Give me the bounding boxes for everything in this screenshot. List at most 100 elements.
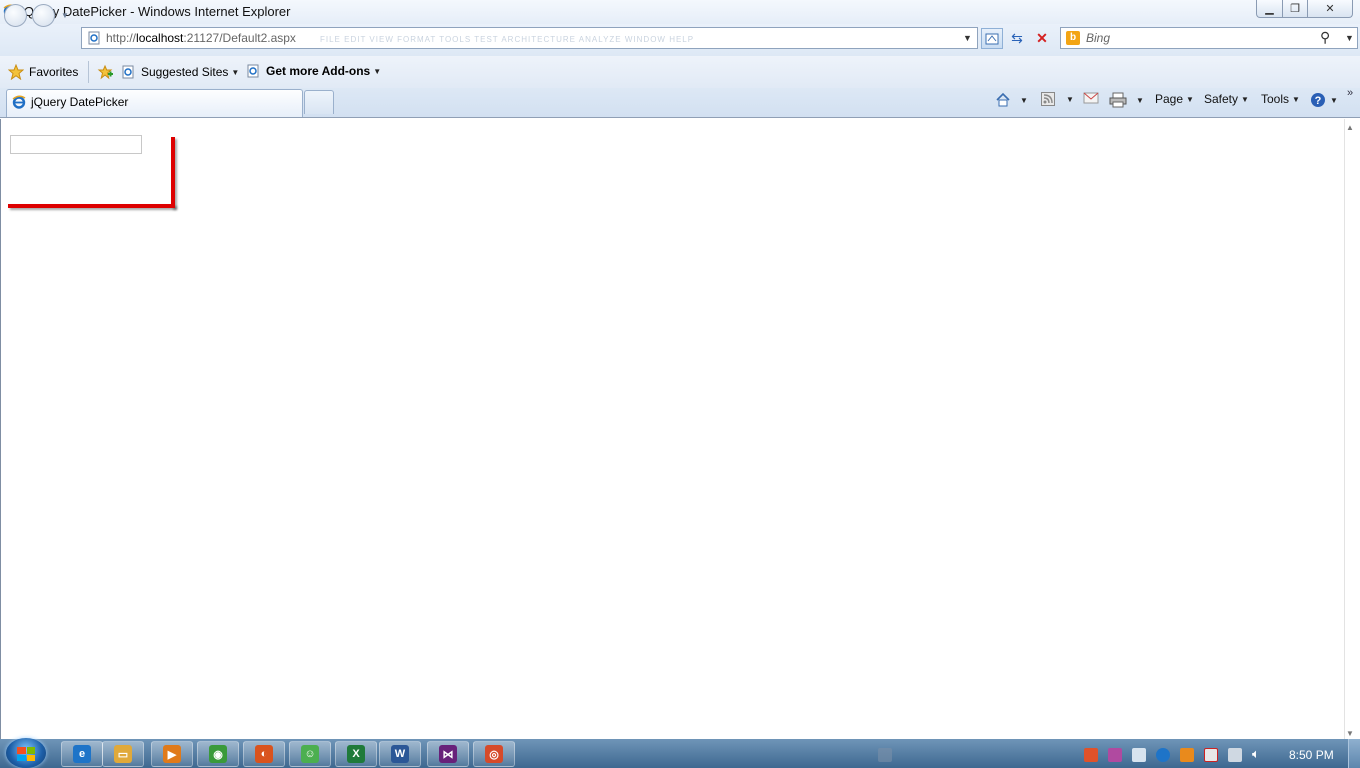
address-dropdown-icon[interactable]: ▼ — [963, 33, 972, 43]
address-host: localhost — [136, 31, 184, 45]
firefox-icon: ◐ — [255, 745, 273, 763]
recent-pages-dropdown[interactable]: ▼ — [61, 11, 71, 21]
svg-text:?: ? — [1315, 95, 1322, 107]
datepicker-input[interactable] — [10, 135, 142, 154]
taskbar-firefox-button[interactable]: ◐ — [243, 741, 285, 767]
tray-network-icon[interactable] — [1132, 748, 1146, 762]
background-ghost-menu: FILE EDIT VIEW FORMAT TOOLS TEST ARCHITE… — [320, 35, 695, 44]
messenger-icon: ☺ — [301, 745, 319, 763]
system-clock[interactable]: 8:50 PM — [1289, 748, 1334, 762]
refresh-icon: ⇆ — [1011, 30, 1023, 46]
page-content — [0, 119, 1344, 739]
close-icon: ✕ — [1325, 3, 1335, 15]
page-menu-label: Page — [1155, 92, 1184, 106]
vertical-scrollbar[interactable] — [1344, 119, 1360, 739]
tools-menu-label: Tools — [1261, 92, 1290, 106]
home-button[interactable]: ▼ — [995, 92, 1028, 108]
suggested-sites-button[interactable]: Suggested Sites ▼ — [97, 64, 239, 80]
taskbar-internet-explorer-button[interactable]: e — [61, 741, 103, 767]
show-desktop-button[interactable] — [1348, 739, 1360, 768]
excel-icon: X — [347, 745, 365, 763]
address-url[interactable]: http://localhost:21127/Default2.aspx — [106, 31, 296, 45]
volume-icon[interactable]: 🔈︎ — [1252, 746, 1260, 762]
chrome-icon: ◉ — [209, 745, 227, 763]
stop-button[interactable]: ✕ — [1031, 28, 1053, 49]
tray-ie-icon[interactable] — [1156, 748, 1170, 762]
chevron-down-icon: ▼ — [1136, 95, 1144, 105]
tray-onenote-icon[interactable] — [1108, 748, 1122, 762]
search-icon[interactable]: ⚲ — [1320, 29, 1330, 46]
compatibility-view-button[interactable] — [981, 28, 1003, 49]
search-placeholder[interactable]: Bing — [1086, 31, 1110, 45]
internet-explorer-icon — [12, 95, 26, 109]
bing-icon: b — [1066, 31, 1080, 45]
search-options-dropdown[interactable]: ▼ — [1345, 33, 1354, 43]
ie-page-icon — [247, 64, 259, 78]
page-menu-button[interactable]: Page ▼ — [1155, 92, 1194, 106]
taskbar-visual-studio-button[interactable]: ⋈ — [427, 741, 469, 767]
windows-logo-icon — [17, 747, 35, 761]
printer-icon — [1109, 92, 1127, 108]
help-button[interactable]: ? ▼ — [1310, 92, 1338, 108]
scroll-up-arrow-icon[interactable]: ▲ — [1346, 123, 1354, 132]
safety-menu-button[interactable]: Safety ▼ — [1204, 92, 1249, 106]
back-button[interactable] — [4, 4, 27, 27]
close-window-button[interactable]: ✕ — [1307, 0, 1353, 18]
tray-ghost-icon — [878, 748, 892, 762]
home-icon — [996, 92, 1010, 107]
new-tab-button[interactable] — [304, 90, 334, 114]
taskbar-windows-explorer-button[interactable]: ▭ — [102, 741, 144, 767]
toolbar-overflow-chevron-icon[interactable]: » — [1347, 87, 1353, 99]
feeds-button[interactable]: ▼ — [1041, 92, 1074, 106]
compatibility-view-icon — [985, 33, 999, 44]
add-to-favorites-icon — [97, 64, 113, 80]
taskbar-snipping-tool-button[interactable]: ◎ — [473, 741, 515, 767]
chevron-down-icon: ▼ — [1292, 94, 1300, 104]
chevron-down-icon: ▼ — [1330, 95, 1338, 105]
mail-icon — [1083, 92, 1099, 104]
minimize-button[interactable]: ▁ — [1256, 0, 1283, 18]
restore-icon: ❐ — [1290, 3, 1300, 15]
rss-feed-icon — [1041, 92, 1055, 106]
help-icon: ? — [1311, 93, 1325, 107]
chevron-down-icon: ▼ — [1186, 94, 1194, 104]
stop-icon: ✕ — [1036, 30, 1048, 46]
favorites-label: Favorites — [29, 65, 79, 79]
refresh-button[interactable]: ⇆ — [1006, 28, 1028, 49]
word-icon: W — [391, 745, 409, 763]
star-icon — [8, 64, 24, 80]
snipping-tool-icon: ◎ — [485, 745, 503, 763]
chevron-down-icon: ▼ — [231, 67, 240, 77]
favorites-button[interactable]: Favorites — [8, 64, 78, 80]
tools-menu-button[interactable]: Tools ▼ — [1261, 92, 1300, 106]
windows-explorer-icon: ▭ — [114, 745, 132, 763]
taskbar-word-button[interactable]: W — [379, 741, 421, 767]
taskbar-media-player-button[interactable]: ▶ — [151, 741, 193, 767]
page-icon — [88, 31, 100, 45]
print-button[interactable]: ▼ — [1109, 92, 1144, 108]
action-center-icon[interactable] — [1204, 748, 1218, 762]
display-icon[interactable] — [1228, 748, 1242, 762]
get-addons-button[interactable]: Get more Add-ons ▼ — [246, 64, 381, 78]
chevron-down-icon: ▼ — [373, 66, 382, 76]
chevron-down-icon: ▼ — [1066, 94, 1074, 104]
scroll-down-arrow-icon[interactable]: ▼ — [1346, 729, 1354, 738]
minimize-icon: ▁ — [1265, 3, 1274, 15]
suggested-sites-label: Suggested Sites — [141, 65, 229, 79]
forward-button[interactable] — [32, 4, 55, 27]
ie-page-icon — [122, 65, 134, 79]
taskbar-excel-button[interactable]: X — [335, 741, 377, 767]
taskbar-messenger-button[interactable]: ☺ — [289, 741, 331, 767]
taskbar-chrome-button[interactable]: ◉ — [197, 741, 239, 767]
annotation-red-line-vertical — [171, 137, 175, 208]
tray-java-icon[interactable] — [1180, 748, 1194, 762]
chevron-down-icon: ▼ — [1020, 95, 1028, 105]
read-mail-button[interactable] — [1083, 92, 1099, 104]
internet-explorer-icon: e — [73, 745, 91, 763]
restore-button[interactable]: ❐ — [1282, 0, 1308, 18]
chevron-down-icon: ▼ — [1241, 94, 1249, 104]
visual-studio-icon: ⋈ — [439, 745, 457, 763]
annotation-red-line-horizontal — [8, 204, 175, 208]
tray-app-icon[interactable] — [1084, 748, 1098, 762]
separator — [88, 61, 89, 83]
